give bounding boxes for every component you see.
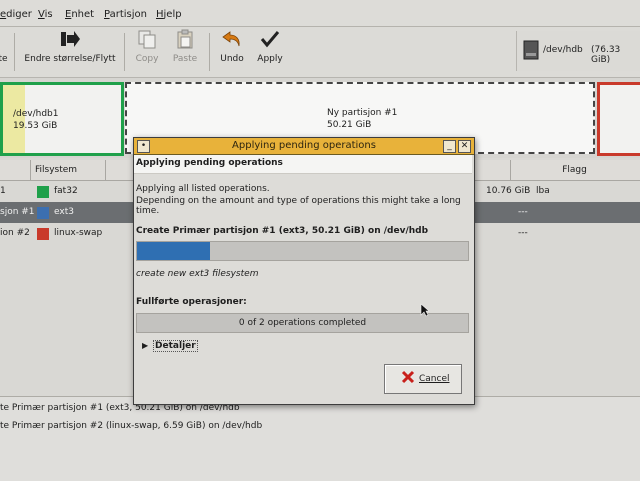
- dialog-titlebar[interactable]: • Applying pending operations _ ✕: [134, 138, 474, 155]
- device-selector[interactable]: /dev/hdb (76.33 GiB): [516, 31, 640, 71]
- used-cell: ---: [518, 228, 528, 238]
- undo-label: Undo: [220, 54, 244, 64]
- undo-icon: [216, 29, 248, 51]
- apply-checkmark-icon: [254, 29, 286, 51]
- apply-operations-dialog: • Applying pending operations _ ✕ Applyi…: [133, 137, 475, 405]
- device-size: (76.33 GiB): [591, 45, 621, 65]
- dialog-description-line1: Applying all listed operations.: [136, 184, 270, 194]
- completed-operations-text: 0 of 2 operations completed: [238, 318, 367, 328]
- menu-edit[interactable]: ediger: [0, 9, 32, 20]
- column-header-partition[interactable]: [0, 160, 31, 180]
- operation-item[interactable]: te Primær partisjon #2 (linux-swap, 6.59…: [0, 421, 262, 431]
- apply-label: Apply: [257, 54, 283, 64]
- harddisk-icon: [523, 40, 539, 63]
- close-icon[interactable]: ✕: [458, 140, 471, 153]
- cancel-label: Cancel: [419, 374, 450, 384]
- menu-bar: ediger Vis Enhet Partisjon Hjelp: [0, 0, 640, 27]
- partition-cell: sjon #1: [0, 207, 35, 217]
- partial-toolbar-button[interactable]: te: [0, 29, 10, 64]
- partition-block-label: Ny partisjon #1: [327, 108, 398, 118]
- partition-block-swap[interactable]: [597, 82, 640, 156]
- dialog-header: Applying pending operations: [134, 155, 472, 174]
- dialog-title: Applying pending operations: [232, 140, 376, 151]
- menu-help[interactable]: Hjelp: [156, 9, 182, 20]
- pending-operations-panel: te Primær partisjon #1 (ext3, 50.21 GiB)…: [0, 396, 640, 481]
- dialog-description-line2: Depending on the amount and type of oper…: [136, 196, 461, 216]
- filesystem-cell: linux-swap: [54, 228, 103, 238]
- partial-toolbar-label: te: [0, 54, 8, 64]
- menu-device[interactable]: Enhet: [65, 9, 94, 20]
- resize-move-button[interactable]: Endre størrelse/Flytt: [22, 29, 118, 64]
- partition-block-hdb1[interactable]: /dev/hdb1 19.53 GiB: [0, 82, 124, 156]
- partition-block-size: 19.53 GiB: [13, 121, 58, 131]
- toolbar-separator: [124, 33, 125, 71]
- current-operation-label: Create Primær partisjon #1 (ext3, 50.21 …: [136, 226, 429, 236]
- menu-partition[interactable]: Partisjon: [104, 9, 147, 20]
- details-label: Detaljer: [153, 340, 198, 352]
- mouse-cursor-icon: [420, 303, 430, 320]
- flags-cell: lba: [536, 186, 550, 196]
- paste-button[interactable]: Paste: [168, 29, 202, 64]
- filesystem-color-swatch: [37, 228, 49, 240]
- copy-button[interactable]: Copy: [132, 29, 162, 64]
- copy-icon: [132, 29, 162, 51]
- current-operation-status: create new ext3 filesystem: [136, 269, 259, 279]
- menu-view[interactable]: Vis: [38, 9, 53, 20]
- filesystem-cell: ext3: [54, 207, 74, 217]
- filesystem-cell: fat32: [54, 186, 78, 196]
- resize-move-icon: [22, 29, 118, 51]
- current-operation-progressbar: [136, 241, 469, 261]
- used-space-bar: [3, 85, 25, 153]
- partial-icon: [0, 29, 10, 51]
- toolbar-separator: [209, 33, 210, 71]
- filesystem-color-swatch: [37, 186, 49, 198]
- paste-icon: [168, 29, 202, 51]
- toolbar-separator: [14, 33, 15, 71]
- dialog-heading: Applying pending operations: [136, 158, 283, 168]
- progress-fill: [137, 242, 210, 260]
- cancel-button[interactable]: Cancel: [384, 364, 462, 394]
- completed-operations-label: Fullførte operasjoner:: [136, 297, 247, 307]
- paste-label: Paste: [172, 54, 198, 64]
- partition-cell: ion #2: [0, 228, 30, 238]
- undo-button[interactable]: Undo: [216, 29, 248, 64]
- filesystem-color-swatch: [37, 207, 49, 219]
- minimize-icon[interactable]: _: [443, 140, 456, 153]
- used-cell: 10.76 GiB: [486, 186, 531, 196]
- copy-label: Copy: [135, 54, 159, 64]
- device-name: /dev/hdb: [543, 45, 583, 55]
- column-header-filesystem[interactable]: Filsystem: [31, 160, 106, 180]
- apply-button[interactable]: Apply: [254, 29, 286, 64]
- details-expander[interactable]: ▶ Detaljer: [142, 340, 198, 352]
- cancel-x-icon: [401, 370, 415, 387]
- resize-move-label: Endre størrelse/Flytt: [24, 54, 116, 64]
- used-cell: ---: [518, 207, 528, 217]
- partition-cell: 1: [0, 186, 6, 196]
- column-header-flags[interactable]: Flagg: [510, 160, 639, 180]
- partition-block-size: 50.21 GiB: [327, 120, 372, 130]
- partition-block-label: /dev/hdb1: [13, 109, 59, 119]
- expander-arrow-icon: ▶: [142, 341, 149, 350]
